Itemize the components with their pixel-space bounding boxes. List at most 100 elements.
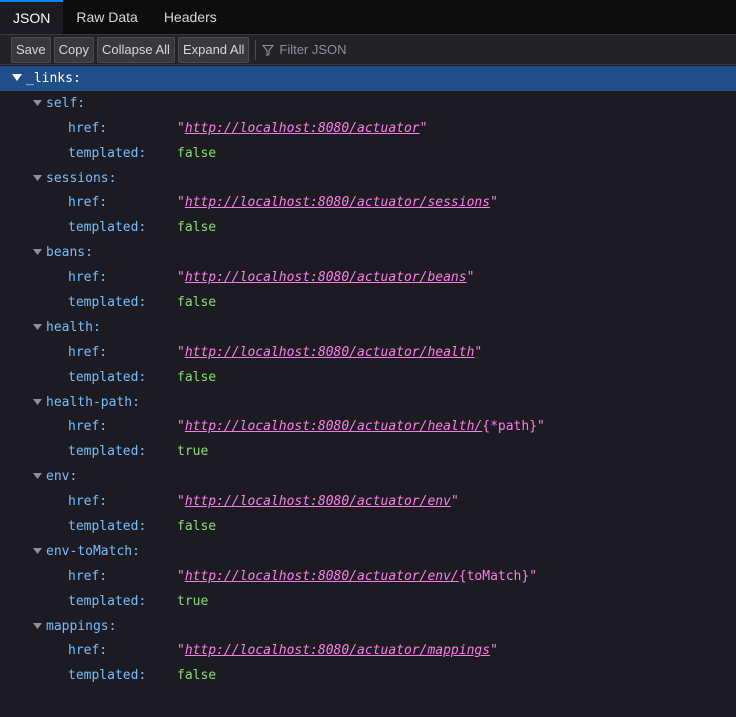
templated-key: templated: [68, 668, 147, 684]
templated-key: templated: [68, 593, 147, 609]
json-toolbar: Save Copy Collapse All Expand All Filter… [0, 35, 736, 65]
templated-value: true [177, 593, 209, 609]
tree-key: mappings: [46, 618, 117, 634]
tree-key: sessions: [46, 170, 117, 186]
tab-json[interactable]: JSON [0, 0, 64, 34]
panel-tabs: JSON Raw Data Headers [0, 0, 736, 35]
chevron-down-icon[interactable] [32, 248, 42, 258]
href-key: href: [68, 270, 108, 286]
tree-row-object[interactable]: sessions: [0, 166, 736, 191]
tab-raw-data[interactable]: Raw Data [63, 0, 150, 34]
href-key: href: [68, 643, 108, 659]
tree-row-object[interactable]: health: [0, 315, 736, 340]
href-value: "http://localhost:8080/actuator/env/{toM… [177, 568, 538, 584]
href-link[interactable]: http://localhost:8080/actuator/beans [185, 270, 467, 285]
href-key: href: [68, 344, 108, 360]
templated-value: false [177, 294, 217, 310]
tree-row-templated[interactable]: templated: false [0, 514, 736, 539]
tree-row-object[interactable]: env-toMatch: [0, 539, 736, 564]
href-value: "http://localhost:8080/actuator/mappings… [177, 643, 498, 659]
href-link[interactable]: http://localhost:8080/actuator/env/ [185, 569, 459, 584]
tree-group: self: href: "http://localhost:8080/actuato… [0, 91, 736, 166]
href-suffix: {*path} [482, 419, 538, 435]
chevron-down-icon[interactable] [32, 173, 42, 183]
tree-row-templated[interactable]: templated: false [0, 365, 736, 390]
tree-group: sessions: href: "http://localhost:8080/act… [0, 166, 736, 241]
templated-value: false [177, 145, 217, 161]
templated-value: false [177, 518, 217, 534]
href-link[interactable]: http://localhost:8080/actuator/sessions [185, 195, 490, 210]
tree-key: env: [46, 469, 78, 485]
href-key: href: [68, 568, 108, 584]
href-value: "http://localhost:8080/actuator/env" [177, 494, 459, 510]
chevron-down-icon[interactable] [32, 546, 42, 556]
href-key: href: [68, 419, 108, 435]
tree-row-href[interactable]: href: "http://localhost:8080/actuator/env… [0, 564, 736, 589]
tree-key: health: [46, 319, 101, 335]
tree-group: env-toMatch: href: "http://localhost:8080/… [0, 539, 736, 614]
templated-key: templated: [68, 369, 147, 385]
tree-row-object[interactable]: beans: [0, 240, 736, 265]
href-value: "http://localhost:8080/actuator" [177, 120, 428, 136]
chevron-down-icon[interactable] [32, 322, 42, 332]
href-key: href: [68, 494, 108, 510]
tree-row-href[interactable]: href: "http://localhost:8080/actuator/hea… [0, 414, 736, 439]
templated-value: false [177, 220, 217, 236]
tree-row-object[interactable]: mappings: [0, 614, 736, 639]
chevron-down-icon[interactable] [12, 73, 22, 83]
tree-row-templated[interactable]: templated: true [0, 589, 736, 614]
chevron-down-icon[interactable] [32, 98, 42, 108]
href-key: href: [68, 195, 108, 211]
tree-row-href[interactable]: href: "http://localhost:8080/actuator/env… [0, 489, 736, 514]
href-key: href: [68, 120, 108, 136]
tree-row-object[interactable]: env: [0, 464, 736, 489]
tree-row-templated[interactable]: templated: false [0, 290, 736, 315]
tree-group: mappings: href: "http://localhost:8080/act… [0, 614, 736, 689]
tree-row-templated[interactable]: templated: false [0, 215, 736, 240]
href-link[interactable]: http://localhost:8080/actuator/env [185, 494, 451, 509]
tree-row-templated[interactable]: templated: false [0, 141, 736, 166]
filter-placeholder: Filter JSON [279, 42, 347, 57]
expand-all-button[interactable]: Expand All [177, 36, 250, 63]
collapse-all-button[interactable]: Collapse All [97, 36, 175, 63]
templated-key: templated: [68, 294, 147, 310]
json-tree: _links: self: href: "http://localhost:8080… [0, 66, 736, 688]
tree-row-href[interactable]: href: "http://localhost:8080/actuator/hea… [0, 340, 736, 365]
tree-row-object[interactable]: health-path: [0, 390, 736, 415]
tree-key: self: [46, 95, 86, 111]
tree-key: health-path: [46, 394, 140, 410]
tree-row-href[interactable]: href: "http://localhost:8080/actuator/bea… [0, 265, 736, 290]
templated-key: templated: [68, 220, 147, 236]
href-link[interactable]: http://localhost:8080/actuator/health/ [185, 419, 482, 434]
href-link[interactable]: http://localhost:8080/actuator/health [185, 345, 475, 360]
save-button[interactable]: Save [11, 36, 51, 63]
templated-value: true [177, 444, 209, 460]
chevron-down-icon[interactable] [32, 621, 42, 631]
tree-group: health: href: "http://localhost:8080/actua… [0, 315, 736, 390]
chevron-down-icon[interactable] [32, 397, 42, 407]
href-value: "http://localhost:8080/actuator/health" [177, 344, 483, 360]
href-link[interactable]: http://localhost:8080/actuator/mappings [185, 643, 490, 658]
copy-button[interactable]: Copy [53, 36, 94, 63]
tree-row-object[interactable]: self: [0, 91, 736, 116]
tree-row-href[interactable]: href: "http://localhost:8080/actuator/map… [0, 638, 736, 663]
chevron-down-icon[interactable] [32, 472, 42, 482]
tree-row-links[interactable]: _links: [0, 66, 736, 91]
tree-row-href[interactable]: href: "http://localhost:8080/actuator" [0, 116, 736, 141]
templated-value: false [177, 668, 217, 684]
tree-key: env-toMatch: [46, 543, 140, 559]
tab-headers[interactable]: Headers [151, 0, 230, 34]
tree-row-templated[interactable]: templated: true [0, 439, 736, 464]
href-value: "http://localhost:8080/actuator/sessions… [177, 195, 498, 211]
toolbar-divider [255, 39, 257, 60]
filter-icon [262, 44, 275, 56]
tree-row-href[interactable]: href: "http://localhost:8080/actuator/ses… [0, 190, 736, 215]
href-value: "http://localhost:8080/actuator/health/{… [177, 419, 545, 435]
filter-json-input[interactable]: Filter JSON [262, 42, 347, 57]
tree-row-templated[interactable]: templated: false [0, 663, 736, 688]
templated-key: templated: [68, 444, 147, 460]
tree-key: beans: [46, 245, 93, 261]
href-link[interactable]: http://localhost:8080/actuator [185, 121, 420, 136]
tree-group: health-path: href: "http://localhost:8080/… [0, 390, 736, 465]
href-suffix: {toMatch} [458, 568, 530, 584]
